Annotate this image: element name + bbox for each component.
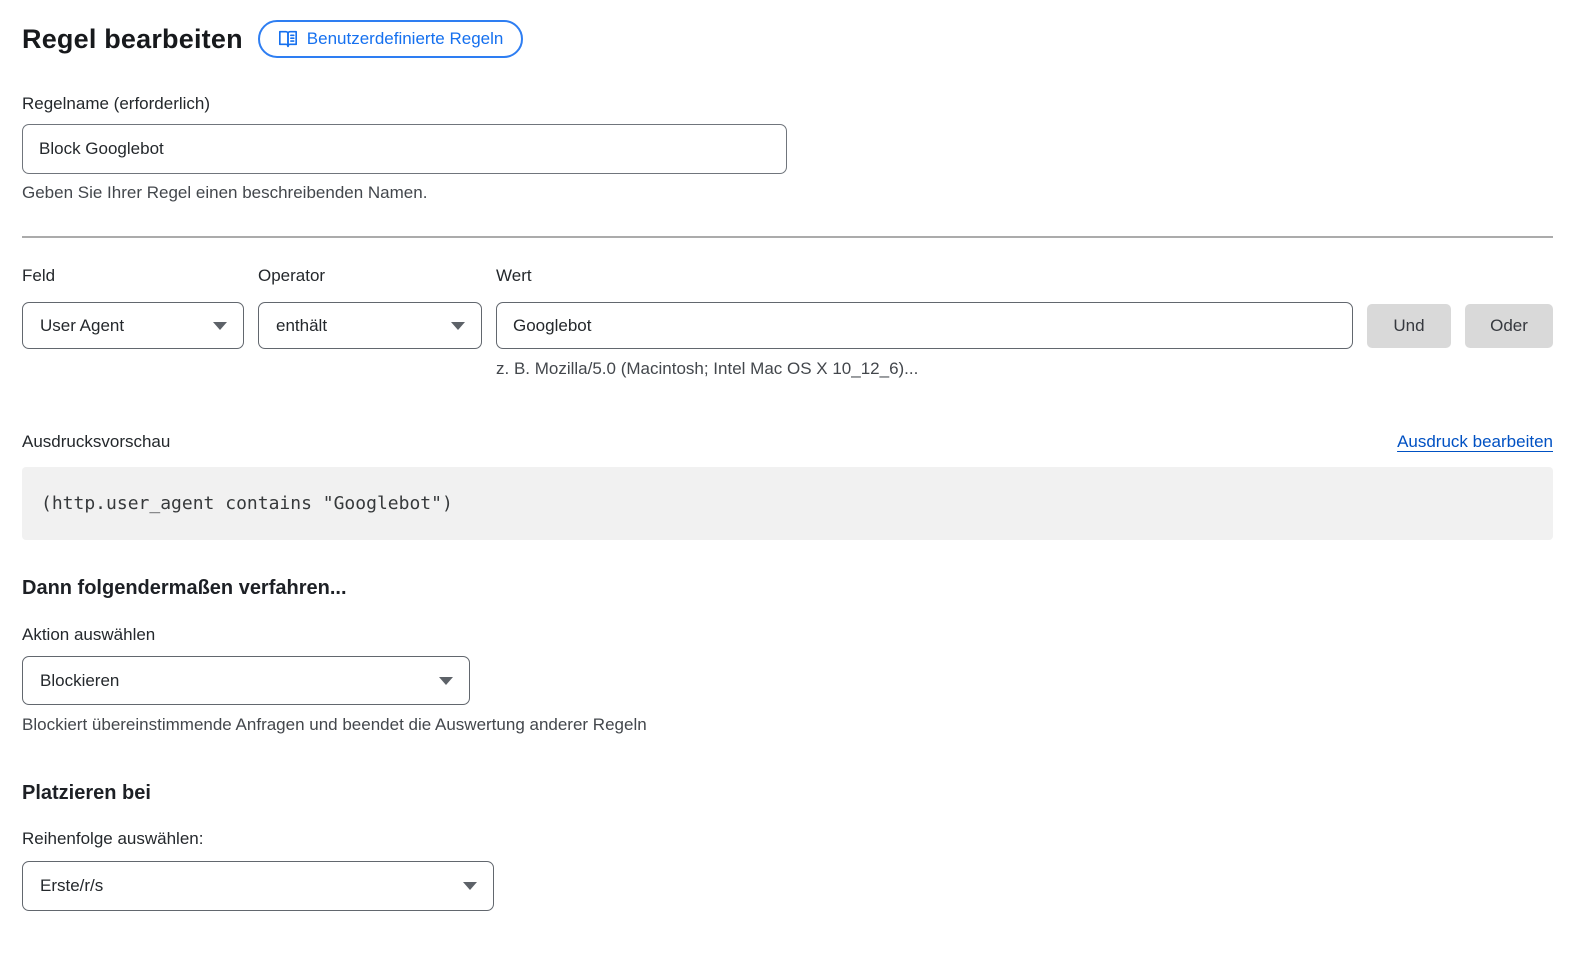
action-select-value: Blockieren xyxy=(40,671,119,691)
placement-label: Reihenfolge auswählen: xyxy=(22,829,1553,849)
section-divider xyxy=(22,236,1553,238)
expression-preview-label: Ausdrucksvorschau xyxy=(22,432,170,452)
placement-heading: Platzieren bei xyxy=(22,782,1553,805)
expression-code-box: (http.user_agent contains "Googlebot") xyxy=(22,467,1553,540)
edit-expression-link[interactable]: Ausdruck bearbeiten xyxy=(1397,432,1553,452)
order-select-value: Erste/r/s xyxy=(40,876,103,896)
chevron-down-icon xyxy=(213,322,227,330)
value-help: z. B. Mozilla/5.0 (Macintosh; Intel Mac … xyxy=(496,359,1353,379)
action-heading: Dann folgendermaßen verfahren... xyxy=(22,577,1553,600)
rule-name-label: Regelname (erforderlich) xyxy=(22,94,1553,114)
order-select[interactable]: Erste/r/s xyxy=(22,861,494,911)
field-label: Feld xyxy=(22,266,244,286)
rule-name-help: Geben Sie Ihrer Regel einen beschreibend… xyxy=(22,183,1553,203)
operator-label: Operator xyxy=(258,266,482,286)
expression-code: (http.user_agent contains "Googlebot") xyxy=(41,493,453,514)
rule-edit-page: Regel bearbeiten Benutzerdefinierte Rege… xyxy=(0,0,1570,911)
field-select[interactable]: User Agent xyxy=(22,302,244,349)
action-label: Aktion auswählen xyxy=(22,625,1553,645)
chevron-down-icon xyxy=(451,322,465,330)
placement-section: Platzieren bei Reihenfolge auswählen: Er… xyxy=(22,782,1553,911)
or-button[interactable]: Oder xyxy=(1465,304,1553,348)
page-header: Regel bearbeiten Benutzerdefinierte Rege… xyxy=(22,20,1553,58)
rule-name-section: Regelname (erforderlich) Geben Sie Ihrer… xyxy=(22,94,1553,203)
condition-row: Feld Operator Wert User Agent enthält Un… xyxy=(22,266,1553,379)
chevron-down-icon xyxy=(439,677,453,685)
operator-select-value: enthält xyxy=(276,316,327,336)
action-select[interactable]: Blockieren xyxy=(22,656,470,705)
value-input[interactable] xyxy=(496,302,1353,349)
open-book-icon xyxy=(278,30,298,48)
rule-name-input[interactable] xyxy=(22,124,787,174)
action-section: Dann folgendermaßen verfahren... Aktion … xyxy=(22,577,1553,735)
custom-rules-badge-label: Benutzerdefinierte Regeln xyxy=(307,29,504,49)
value-label: Wert xyxy=(496,266,1353,286)
field-select-value: User Agent xyxy=(40,316,124,336)
page-title: Regel bearbeiten xyxy=(22,24,243,55)
and-button[interactable]: Und xyxy=(1367,304,1451,348)
action-help: Blockiert übereinstimmende Anfragen und … xyxy=(22,715,1553,735)
custom-rules-badge[interactable]: Benutzerdefinierte Regeln xyxy=(258,20,524,58)
chevron-down-icon xyxy=(463,882,477,890)
expression-preview-header: Ausdrucksvorschau Ausdruck bearbeiten xyxy=(22,432,1553,452)
operator-select[interactable]: enthält xyxy=(258,302,482,349)
